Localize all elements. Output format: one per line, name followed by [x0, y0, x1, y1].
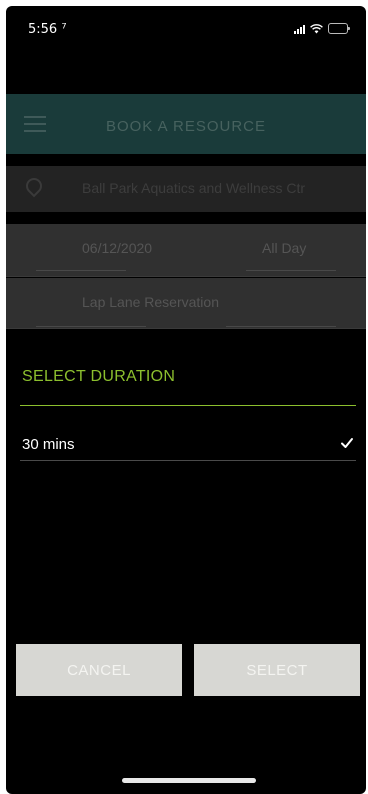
status-bar: 5:56 ⁷	[6, 6, 366, 50]
wifi-icon	[310, 23, 323, 33]
background-location-text: Ball Park Aquatics and Wellness Ctr	[82, 180, 306, 196]
background-location-row: Ball Park Aquatics and Wellness Ctr	[6, 166, 366, 212]
duration-picker-sheet: SELECT DURATION 30 mins CANCEL SELECT	[6, 350, 366, 750]
background-time-period: All Day	[262, 240, 307, 256]
battery-icon	[328, 23, 350, 34]
checkmark-icon	[341, 438, 353, 448]
status-icons	[294, 23, 350, 34]
cellular-signal-icon	[294, 24, 305, 34]
status-time: 5:56 ⁷	[28, 22, 67, 37]
duration-option[interactable]: 30 mins	[20, 428, 356, 461]
background-reservation-underline-right	[226, 326, 336, 327]
sheet-title: SELECT DURATION	[22, 368, 176, 385]
background-date-row: 06/12/2020 All Day	[6, 224, 366, 277]
background-reservation-underline	[36, 326, 146, 327]
background-header-title: BOOK A RESOURCE	[105, 118, 267, 135]
home-indicator[interactable]	[122, 778, 256, 783]
cancel-button[interactable]: CANCEL	[16, 644, 182, 696]
background-time-underline	[246, 270, 336, 271]
location-pin-icon	[22, 174, 46, 198]
background-reservation: Lap Lane Reservation	[82, 294, 219, 310]
duration-option-label: 30 mins	[22, 436, 75, 453]
select-button[interactable]: SELECT	[194, 644, 360, 696]
background-date-underline	[36, 270, 126, 271]
background-date: 06/12/2020	[82, 240, 153, 256]
phone-screen: 5:56 ⁷ BOOK A RESOURCE Ball Park Aquatic…	[6, 6, 366, 794]
background-reservation-row: Lap Lane Reservation	[6, 278, 366, 329]
sheet-title-divider	[20, 405, 356, 406]
